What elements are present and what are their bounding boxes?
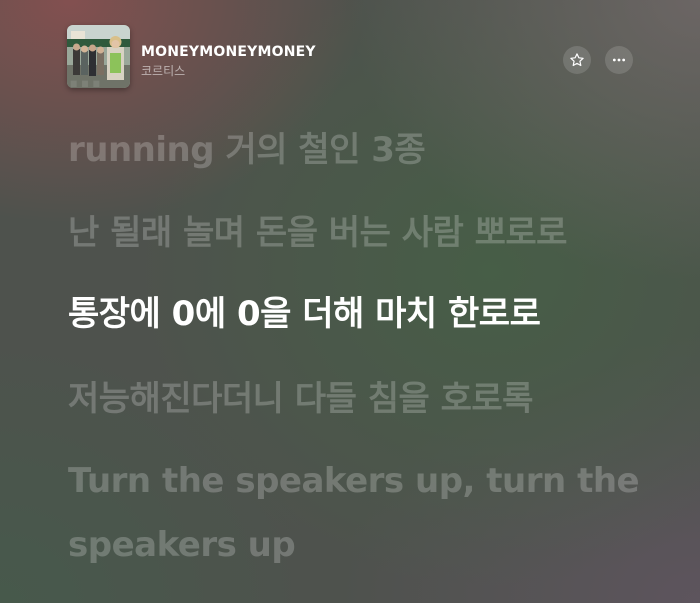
song-title[interactable]: MONEYMONEYMONEY <box>141 44 316 60</box>
ellipsis-icon <box>612 58 626 62</box>
artist-name[interactable]: 코르티스 <box>141 62 185 79</box>
now-playing-header: MONEYMONEYMONEY 코르티스 <box>0 0 700 110</box>
lyric-partial-text: … <box>68 70 102 92</box>
more-options-button[interactable] <box>605 46 633 74</box>
lyric-line[interactable]: 난 될래 놀며 돈을 버는 사람 뽀로로 <box>68 205 567 254</box>
lyric-line[interactable]: Turn the speakers up, turn the <box>68 461 640 501</box>
lyric-line[interactable]: running 거의 철인 3종 <box>68 122 426 171</box>
favorite-button[interactable] <box>563 46 591 74</box>
lyric-line[interactable]: speakers up <box>68 525 296 565</box>
lyric-line-active[interactable]: 통장에 0에 0을 더해 마치 한로로 <box>68 286 541 335</box>
star-icon <box>570 53 584 67</box>
lyric-line-partial[interactable]: … <box>68 70 102 92</box>
lyric-line[interactable]: 저능해진다더니 다들 침을 호로록 <box>68 371 533 420</box>
